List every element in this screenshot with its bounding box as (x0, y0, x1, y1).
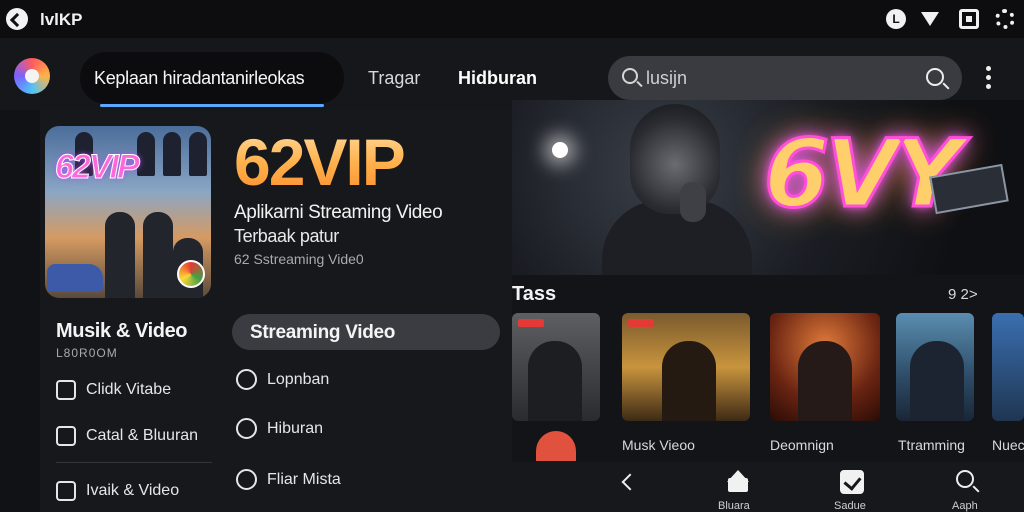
section-count[interactable]: 9 2> (948, 286, 978, 303)
checkbox-icon[interactable] (840, 470, 864, 494)
wifi-icon (920, 9, 940, 29)
image-icon (56, 380, 76, 400)
screen-icon (959, 9, 979, 29)
shield-icon (56, 481, 76, 501)
bottom-nav: Bluara Sadue Aaph (512, 462, 1024, 512)
promo-caption: 62 Sstreaming Vide0 (234, 251, 364, 267)
category-subtitle: L80R0OM (56, 346, 118, 360)
side-strip (0, 110, 40, 512)
nav-label: Aaph (952, 500, 978, 512)
video-card[interactable] (992, 313, 1024, 421)
back-arrow-icon[interactable] (6, 8, 28, 30)
video-card[interactable] (896, 313, 974, 421)
menu-item-label: Hiburan (267, 420, 324, 437)
hero-banner[interactable]: 6VY (512, 100, 1024, 275)
search-input[interactable] (646, 66, 906, 90)
poster-badge-icon (177, 260, 205, 288)
card-caption: Deomnign (770, 437, 834, 453)
promo-subtitle-2: Terbaak patur (234, 226, 339, 246)
menu-item-label: Fliar Mista (267, 471, 341, 488)
left-panel: 62VIP 62VIP Aplikarni Streaming Video Te… (0, 110, 512, 512)
nav-label: Sadue (834, 500, 866, 512)
status-bar: lvlKP L (0, 0, 1024, 38)
menu-item-streaming-video[interactable]: Streaming Video (232, 314, 500, 350)
spotlight (552, 142, 568, 158)
app-name: lvlKP (40, 10, 83, 29)
search-icon (622, 68, 638, 84)
search-submit-icon[interactable] (926, 68, 944, 86)
card-caption: Musk Vieoo (622, 437, 695, 453)
menu-item-label: Lopnban (267, 371, 330, 388)
active-tab-indicator (100, 104, 324, 107)
sidebar-item-label: Catal & Bluuran (86, 427, 199, 444)
home-icon[interactable] (726, 470, 750, 494)
divider (56, 462, 212, 463)
sidebar-item-label: Ivaik & Video (86, 482, 180, 499)
back-chevron-icon[interactable] (616, 470, 640, 494)
menu-item-label: Streaming Video (250, 322, 396, 343)
app-logo-icon[interactable] (14, 58, 50, 94)
tab-hidburan[interactable]: Hidburan (458, 68, 537, 89)
nav-label: Bluara (718, 500, 750, 512)
section-title: Tass (512, 283, 557, 305)
promo-title: 62VIP (234, 125, 406, 199)
poster-logo: 62VIP (55, 148, 141, 187)
video-card[interactable] (512, 313, 600, 421)
card-caption: Nuec (992, 437, 1024, 453)
sidebar-item-label: Clidk Vitabe (86, 381, 172, 398)
video-card[interactable] (622, 313, 750, 421)
neon-logo: 6VY (762, 119, 963, 231)
notification-badge-icon: L (886, 9, 906, 29)
refresh-icon (236, 469, 257, 490)
chat-bubble-icon (236, 369, 257, 390)
promo-subtitle: Aplikarni Streaming Video (234, 202, 443, 223)
clock-icon (236, 418, 257, 439)
category-title: Musik & Video (56, 320, 188, 342)
more-vertical-icon[interactable] (986, 66, 992, 89)
tab-label: Keplaan hiradantanirleokas (94, 68, 305, 88)
tab-keplaan[interactable]: Keplaan hiradantanirleokas (80, 52, 344, 104)
tab-tragar[interactable]: Tragar (368, 68, 420, 89)
avatar[interactable] (536, 431, 576, 461)
card-caption: Ttramming (898, 437, 965, 453)
singer-image (602, 100, 752, 275)
search-bar[interactable] (608, 56, 962, 100)
promo-poster[interactable]: 62VIP (45, 126, 211, 298)
car-image (47, 264, 103, 292)
search-icon[interactable] (956, 470, 974, 488)
settings-gear-icon[interactable] (995, 9, 1015, 29)
video-card[interactable] (770, 313, 880, 421)
chat-icon (56, 426, 76, 446)
